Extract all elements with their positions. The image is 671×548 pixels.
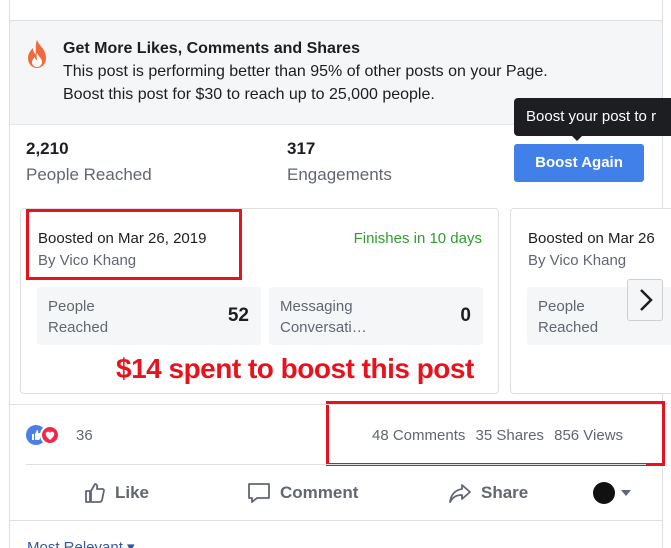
stat-value: 2,210 [26, 139, 69, 158]
metric-people-reached: People Reached 52 [37, 287, 261, 345]
metric-value: 52 [227, 305, 249, 326]
promo-text: This post is performing better than 95% … [63, 63, 548, 80]
love-reaction-icon [40, 425, 60, 445]
stat-value: 317 [287, 139, 316, 158]
shares-count[interactable]: 35 Shares [476, 427, 544, 444]
comment-button[interactable]: Comment [246, 480, 358, 506]
comments-count[interactable]: 48 Comments [372, 427, 465, 444]
share-icon [449, 484, 471, 503]
promo-text: Boost this post for $30 to reach up to 2… [63, 86, 435, 103]
stat-label: Engagements [287, 165, 392, 184]
thumbs-up-icon [85, 483, 105, 503]
metric-label: Messaging Conversati… [280, 298, 367, 336]
carousel-next-button[interactable] [627, 279, 663, 321]
divider [26, 464, 646, 465]
reaction-count: 36 [76, 427, 93, 444]
divider [10, 404, 662, 405]
stat-label: People Reached [26, 165, 152, 184]
boost-date: Boosted on Mar 26 [528, 230, 655, 247]
metric-label: People Reached [538, 298, 599, 336]
comment-label: Comment [280, 483, 359, 502]
engagements-stat: 317 Engagements [287, 139, 392, 185]
divider [10, 520, 662, 521]
highlight-box [26, 209, 242, 280]
comment-sort-dropdown[interactable]: Most Relevant ▾ [27, 538, 135, 548]
share-label: Share [481, 483, 529, 502]
metric-value: 0 [460, 305, 471, 326]
like-button[interactable]: Like [83, 480, 149, 506]
comment-icon [248, 483, 270, 503]
promo-title: Get More Likes, Comments and Shares [63, 40, 360, 57]
like-label: Like [115, 483, 150, 502]
boost-finish-status: Finishes in 10 days [353, 230, 482, 247]
boost-tooltip: Boost your post to r [514, 98, 671, 136]
boost-again-button[interactable]: Boost Again [514, 144, 644, 182]
metric-label: People Reached [48, 298, 109, 336]
post-as-selector[interactable] [593, 482, 635, 504]
boost-author: By Vico Khang [528, 252, 627, 269]
fire-icon [28, 40, 46, 68]
share-button[interactable]: Share [447, 480, 528, 506]
avatar [593, 482, 615, 504]
people-reached-stat: 2,210 People Reached [26, 139, 152, 185]
metric-messaging: Messaging Conversati… 0 [269, 287, 483, 345]
engagement-counts: 48 Comments 35 Shares 856 Views [372, 427, 629, 444]
chevron-right-icon [640, 289, 653, 311]
chevron-down-icon [621, 490, 631, 496]
spent-annotation: $14 spent to boost this post [116, 353, 474, 384]
views-count[interactable]: 856 Views [554, 427, 623, 444]
tooltip-arrow [570, 134, 584, 141]
